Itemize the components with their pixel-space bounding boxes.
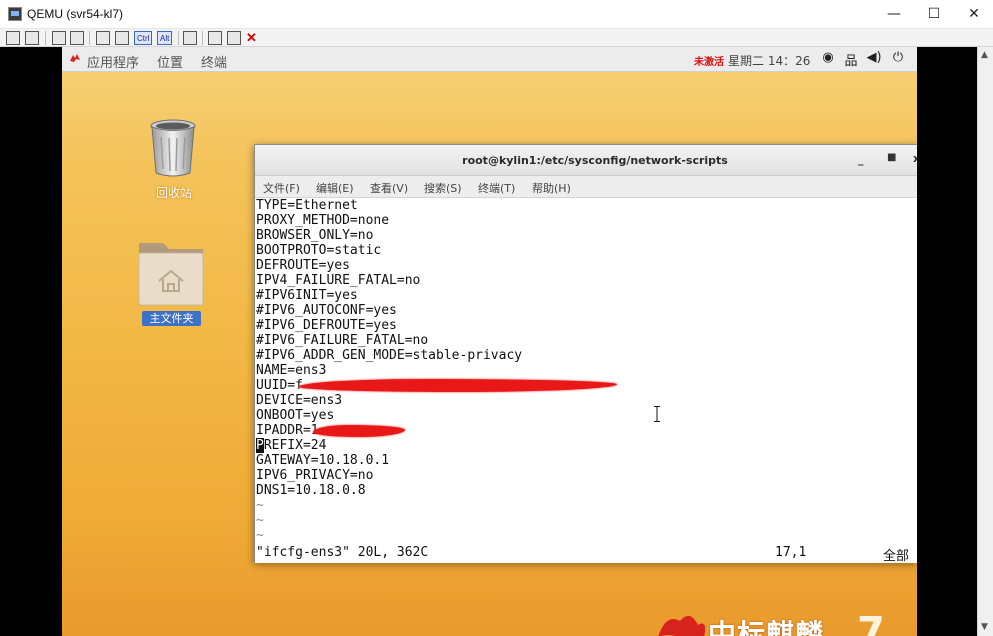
redaction-mark xyxy=(313,425,405,437)
terminal-line: IPADDR=1 xyxy=(256,423,319,438)
terminal-line: ONBOOT=yes xyxy=(256,408,335,423)
terminal-empty-line: ~ xyxy=(256,528,264,543)
menu-applications[interactable]: 应用程序 xyxy=(87,52,139,71)
volume-icon[interactable]: ◀) xyxy=(866,50,882,68)
terminal-line: GATEWAY=10.18.0.1 xyxy=(256,453,390,468)
text-cursor: P xyxy=(256,438,264,453)
terminal-maximize-button[interactable]: ■ xyxy=(887,152,896,163)
menu-edit[interactable]: 编辑(E) xyxy=(316,180,354,196)
kylin-logo-icon xyxy=(70,54,80,62)
text-ibeam-cursor-icon xyxy=(654,406,660,422)
terminal-line: #IPV6_DEFROUTE=yes xyxy=(256,318,397,333)
vim-status-all: 全部 xyxy=(883,549,910,564)
brand-name: 中标麒麟 xyxy=(708,618,825,636)
terminal-line: BROWSER_ONLY=no xyxy=(256,228,374,243)
menu-file[interactable]: 文件(F) xyxy=(263,180,300,196)
home-folder-label: 主文件夹 xyxy=(142,311,201,326)
trash-label: 回收站 xyxy=(155,186,192,200)
menu-terminal-sub[interactable]: 终端(T) xyxy=(478,180,515,196)
terminal-window[interactable]: root@kylin1:/etc/sysconfig/network-scrip… xyxy=(254,144,917,564)
usb-icon[interactable] xyxy=(52,31,66,45)
disconnect-icon[interactable]: ✕ xyxy=(246,30,257,45)
terminal-body[interactable]: TYPE=Ethernet PROXY_METHOD=none BROWSER_… xyxy=(255,198,917,564)
terminal-menubar: 文件(F) 编辑(E) 查看(V) 搜索(S) 终端(T) 帮助(H) xyxy=(255,176,917,198)
terminal-line: PROXY_METHOD=none xyxy=(256,213,390,228)
menu-help[interactable]: 帮助(H) xyxy=(532,180,571,196)
terminal-line: TYPE=Ethernet xyxy=(256,198,358,213)
host-window-title: QEMU (svr54-kl7) xyxy=(27,7,124,21)
save-icon[interactable] xyxy=(227,31,241,45)
terminal-empty-line: ~ xyxy=(256,513,264,528)
screen-record-icon[interactable]: ◉ xyxy=(820,50,836,68)
panel-clock[interactable]: 星期二 14：26 xyxy=(728,52,810,69)
scroll-down-arrow-icon[interactable]: ▼ xyxy=(981,622,988,632)
toolbar-separator xyxy=(89,31,90,45)
terminal-line: DEVICE=ens3 xyxy=(256,393,343,408)
terminal-line: #IPV6_FAILURE_FATAL=no xyxy=(256,333,429,348)
guest-desktop[interactable]: 应用程序 位置 终端 未激活 星期二 14：26 ◉ 品 ◀) ⏻ 回收站 主文… xyxy=(62,47,917,636)
terminal-empty-line: ~ xyxy=(256,498,264,513)
terminal-line: DEFROUTE=yes xyxy=(256,258,350,273)
terminal-line-cursor: PREFIX=24 xyxy=(256,438,326,453)
brand-version: 7 xyxy=(857,609,885,636)
toolbar-separator xyxy=(178,31,179,45)
ctrl-key-button[interactable]: Ctrl xyxy=(134,31,153,45)
vim-status-position: 17,1 xyxy=(775,545,807,560)
refresh-icon[interactable] xyxy=(70,31,84,45)
terminal-line: #IPV6_ADDR_GEN_MODE=stable-privacy xyxy=(256,348,523,363)
qemu-app-icon xyxy=(8,7,22,21)
terminal-title: root@kylin1:/etc/sysconfig/network-scrip… xyxy=(462,154,728,167)
terminal-line: NAME=ens3 xyxy=(256,363,327,378)
info-icon[interactable] xyxy=(25,31,39,45)
terminal-line: IPV4_FAILURE_FATAL=no xyxy=(256,273,421,288)
host-maximize-button[interactable]: ☐ xyxy=(915,0,953,29)
keyboard-icon[interactable] xyxy=(96,31,110,45)
terminal-line-text: REFIX=24 xyxy=(263,438,327,453)
alt-key-button[interactable]: Alt xyxy=(157,31,173,45)
menu-places[interactable]: 位置 xyxy=(157,52,183,71)
host-minimize-button[interactable]: — xyxy=(875,0,913,29)
menu-view[interactable]: 查看(V) xyxy=(370,180,408,196)
power-icon[interactable]: ⏻ xyxy=(890,50,906,68)
scroll-up-arrow-icon[interactable]: ▲ xyxy=(981,50,988,60)
copy-icon[interactable] xyxy=(183,31,197,45)
terminal-line: #IPV6INIT=yes xyxy=(256,288,358,303)
toolbar-separator xyxy=(202,31,203,45)
terminal-line: IPV6_PRIVACY=no xyxy=(256,468,374,483)
host-close-button[interactable]: ✕ xyxy=(955,0,993,29)
terminal-line: #IPV6_AUTOCONF=yes xyxy=(256,303,397,318)
menu-terminal[interactable]: 终端 xyxy=(201,52,227,71)
host-titlebar: QEMU (svr54-kl7) — ☐ ✕ xyxy=(0,0,993,29)
terminal-line: UUID=f xyxy=(256,378,303,393)
vertical-scrollbar[interactable] xyxy=(977,47,993,636)
terminal-line: BOOTPROTO=static xyxy=(256,243,382,258)
network-icon[interactable]: 品 xyxy=(843,50,859,69)
home-folder-icon[interactable] xyxy=(137,237,205,307)
redaction-mark xyxy=(299,379,617,392)
guest-top-panel: 应用程序 位置 终端 未激活 星期二 14：26 ◉ 品 ◀) ⏻ xyxy=(62,47,917,72)
terminal-titlebar[interactable]: root@kylin1:/etc/sysconfig/network-scrip… xyxy=(255,145,917,176)
activation-status[interactable]: 未激活 xyxy=(694,53,724,68)
terminal-minimize-button[interactable]: _ xyxy=(858,153,864,166)
host-toolbar: Ctrl Alt ✕ xyxy=(0,29,993,47)
trash-icon[interactable] xyxy=(147,117,199,179)
terminal-line: DNS1=10.18.0.8 xyxy=(256,483,366,498)
mouse-icon[interactable] xyxy=(115,31,129,45)
toolbar-separator xyxy=(45,31,46,45)
menu-search[interactable]: 搜索(S) xyxy=(424,180,462,196)
fullscreen-icon[interactable] xyxy=(6,31,20,45)
vim-status-file: "ifcfg-ens3" 20L, 362C xyxy=(256,545,429,560)
terminal-close-button[interactable]: x xyxy=(913,152,917,165)
snapshot-icon[interactable] xyxy=(208,31,222,45)
